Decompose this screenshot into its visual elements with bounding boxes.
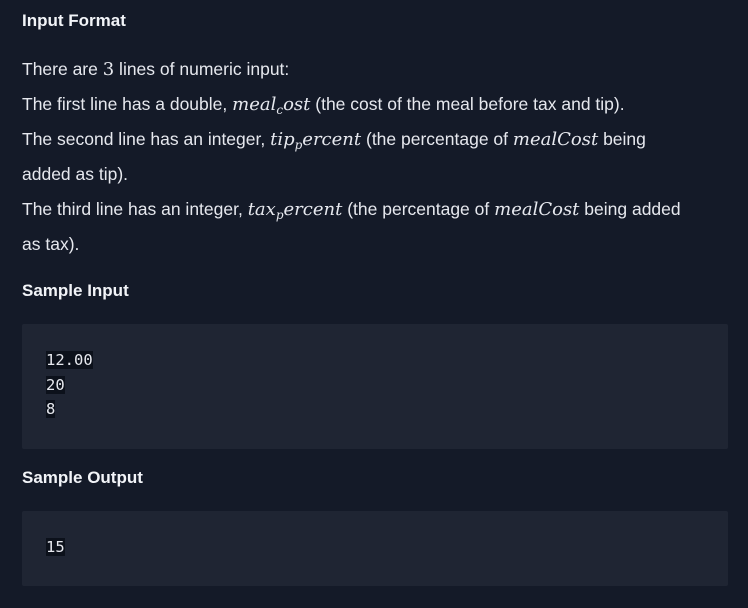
input-format-line-4: added as tip). <box>22 164 129 184</box>
code-line: 8 <box>46 400 56 418</box>
code-line: 15 <box>46 538 65 556</box>
problem-statement: Input Format There are 3 lines of numeri… <box>0 0 748 608</box>
sample-output-heading: Sample Output <box>22 468 143 487</box>
sample-input-heading: Sample Input <box>22 281 129 300</box>
sample-output-code-block[interactable]: 15 <box>22 511 728 586</box>
math-variable-tax-percent: taxpercent <box>247 199 343 222</box>
input-format-line-1: There are 3 lines of numeric input: <box>22 59 290 80</box>
input-format-line-5: The third line has an integer, taxpercen… <box>22 199 681 222</box>
math-variable-tip-percent: tippercent <box>270 129 362 152</box>
math-number: 3 <box>102 59 115 80</box>
math-variable-mealcost: mealCost <box>494 199 580 220</box>
code-line: 12.00 <box>46 351 93 369</box>
math-variable-meal-cost: mealcost <box>232 94 311 117</box>
input-format-line-6: as tax). <box>22 234 80 254</box>
sample-input-code: 12.00 20 8 <box>46 348 93 422</box>
sample-output-code: 15 <box>46 535 65 560</box>
input-format-line-3: The second line has an integer, tipperce… <box>22 129 646 152</box>
sample-input-code-block[interactable]: 12.00 20 8 <box>22 324 728 449</box>
math-variable-mealcost: mealCost <box>512 129 599 150</box>
input-format-heading: Input Format <box>22 11 126 30</box>
code-line: 20 <box>46 375 65 394</box>
input-format-line-2: The first line has a double, mealcost (t… <box>22 94 625 117</box>
